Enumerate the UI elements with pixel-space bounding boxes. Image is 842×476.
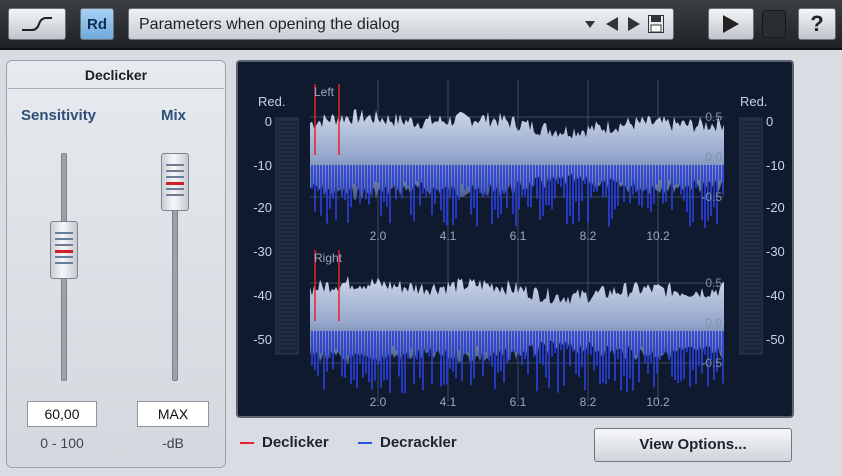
- amplitude-tick: 0.0: [705, 316, 722, 330]
- mix-unit: -dB: [162, 435, 184, 451]
- time-tick: 6.1: [510, 229, 527, 243]
- rd-button[interactable]: Rd: [80, 8, 114, 40]
- preset-text: Parameters when opening the dialog: [139, 16, 400, 33]
- play-button[interactable]: [708, 8, 754, 40]
- curve-icon: [22, 17, 52, 31]
- db-tick-right: -30: [766, 244, 785, 259]
- sensitivity-value-field[interactable]: 60,00: [27, 401, 97, 427]
- mix-value-field[interactable]: MAX: [137, 401, 209, 427]
- toolbar: Rd Parameters when opening the dialog ?: [0, 0, 842, 50]
- db-tick-left: -30: [253, 244, 272, 259]
- time-tick: 10.2: [646, 395, 670, 409]
- db-tick-left: -10: [253, 158, 272, 173]
- time-tick: 8.2: [580, 229, 597, 243]
- view-options-button[interactable]: View Options...: [594, 428, 792, 462]
- db-tick-right: -10: [766, 158, 785, 173]
- dropdown-arrow-icon[interactable]: [581, 14, 599, 34]
- decrackler-legend-label: Decrackler: [380, 434, 457, 451]
- time-tick: 4.1: [440, 229, 457, 243]
- time-tick: 4.1: [440, 395, 457, 409]
- time-tick: 6.1: [510, 395, 527, 409]
- db-tick-left: -40: [253, 288, 272, 303]
- amplitude-tick: 0.5: [705, 110, 722, 124]
- amplitude-tick: -0.5: [701, 356, 722, 370]
- legend-decrackler: Decrackler: [358, 434, 457, 451]
- time-tick: 8.2: [580, 395, 597, 409]
- declicker-legend-label: Declicker: [262, 434, 329, 451]
- mix-slider-thumb[interactable]: [161, 153, 189, 211]
- divider: [8, 88, 224, 89]
- right-scale-title: Red.: [740, 94, 767, 109]
- db-tick-left: 0: [265, 114, 272, 129]
- waveform-canvas: Red. Red. 0 -10 -20 -30 -40 -50 0 -10 -20 -30 -40 -50…: [238, 62, 792, 416]
- amplitude-tick: 0.5: [705, 276, 722, 290]
- mix-label: Mix: [161, 107, 187, 124]
- waveform-display: Red. Red. 0 -10 -20 -30 -40 -50 0 -10 -20 -30 -40 -50…: [236, 60, 794, 418]
- db-tick-right: -50: [766, 332, 785, 347]
- previous-preset-icon[interactable]: [603, 14, 621, 34]
- declicker-panel: Declicker Sensitivity Mix 60,00 MAX 0 - …: [6, 60, 226, 468]
- panel-title: Declicker: [84, 67, 148, 83]
- save-icon[interactable]: [647, 14, 665, 34]
- legend-declicker: Declicker: [240, 434, 329, 451]
- left-channel-label: Left: [314, 85, 335, 99]
- db-tick-right: -20: [766, 200, 785, 215]
- amplitude-tick: -0.5: [701, 190, 722, 204]
- help-button[interactable]: ?: [798, 8, 836, 40]
- declicker-swatch: [240, 441, 254, 444]
- preset-dropdown[interactable]: Parameters when opening the dialog: [128, 8, 674, 40]
- time-tick: 10.2: [646, 229, 670, 243]
- db-tick-left: -20: [253, 200, 272, 215]
- db-tick-left: -50: [253, 332, 272, 347]
- db-tick-right: 0: [766, 114, 773, 129]
- time-tick: 2.0: [370, 395, 387, 409]
- decrackler-swatch: [358, 441, 372, 444]
- curve-button[interactable]: [8, 8, 66, 40]
- db-tick-right: -40: [766, 288, 785, 303]
- sensitivity-range: 0 - 100: [40, 435, 84, 451]
- play-icon: [723, 15, 739, 33]
- sensitivity-slider-thumb[interactable]: [50, 221, 78, 279]
- sensitivity-label: Sensitivity: [21, 107, 97, 124]
- next-preset-icon[interactable]: [625, 14, 643, 34]
- left-scale-title: Red.: [258, 94, 285, 109]
- time-tick: 2.0: [370, 229, 387, 243]
- amplitude-tick: 0.0: [705, 150, 722, 164]
- toolbar-spacer: [762, 10, 786, 38]
- right-channel-label: Right: [314, 251, 343, 265]
